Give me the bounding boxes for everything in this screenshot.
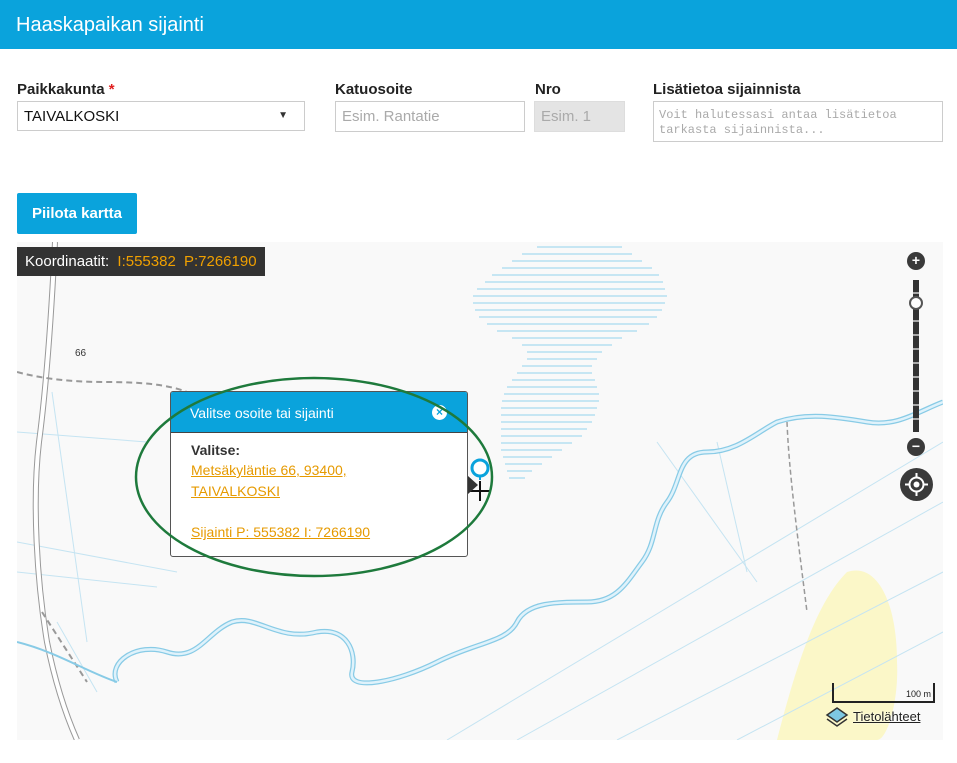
zoom-slider-handle[interactable] <box>909 296 923 310</box>
scale-label: 100 m <box>905 689 931 699</box>
extra-info-label: Lisätietoa sijainnista <box>653 81 801 98</box>
coordinates-label: Koordinaatit: <box>25 253 110 270</box>
number-input[interactable] <box>534 101 625 132</box>
street-label: Katuosoite <box>335 81 413 98</box>
zoom-out-button[interactable]: − <box>907 438 925 456</box>
coordinate-p: P:7266190 <box>183 253 257 270</box>
map-base-layer <box>17 242 943 740</box>
municipality-label-text: Paikkakunta <box>17 81 105 98</box>
page-header: Haaskapaikan sijainti <box>0 0 957 49</box>
page-title: Haaskapaikan sijainti <box>16 14 204 36</box>
map-view[interactable]: 66 Koordinaatit: I:555382 P:7266190 + − … <box>17 242 943 740</box>
number-label: Nro <box>535 81 561 98</box>
popup-choose-label: Valitse: <box>191 442 241 458</box>
road-number-label: 66 <box>75 348 87 359</box>
data-sources-link[interactable]: Tietolähteet <box>853 709 920 724</box>
address-popup: Valitse osoite tai sijainti × Valitse: M… <box>170 391 468 557</box>
zoom-in-button[interactable]: + <box>907 252 925 270</box>
address-link-line1[interactable]: Metsäkyläntie 66, 93400, <box>191 462 347 478</box>
locate-button[interactable] <box>900 468 933 501</box>
dropdown-caret-icon: ▼ <box>278 110 288 121</box>
coordinates-display: Koordinaatit: I:555382 P:7266190 <box>17 247 265 276</box>
scale-bar: 100 m <box>832 683 935 703</box>
extra-info-textarea[interactable] <box>653 101 943 142</box>
required-mark: * <box>108 81 115 98</box>
popup-header: Valitse osoite tai sijainti × <box>171 392 467 433</box>
municipality-select-value: TAIVALKOSKI <box>24 108 120 125</box>
popup-title: Valitse osoite tai sijainti <box>190 405 334 421</box>
municipality-label: Paikkakunta * <box>17 81 115 98</box>
coordinate-i: I:555382 <box>117 253 176 270</box>
crosshair-icon <box>905 473 928 496</box>
popup-pointer <box>468 476 478 494</box>
street-input[interactable] <box>335 101 525 132</box>
municipality-select[interactable]: TAIVALKOSKI ▼ <box>17 101 305 131</box>
location-coordinates-link[interactable]: Sijainti P: 555382 I: 7266190 <box>191 524 370 540</box>
marsh-area <box>473 246 667 479</box>
address-link-line2[interactable]: TAIVALKOSKI <box>191 483 280 499</box>
layers-icon <box>825 707 849 727</box>
close-icon[interactable]: × <box>432 405 447 420</box>
main-road <box>32 242 80 740</box>
hide-map-button[interactable]: Piilota kartta <box>17 193 137 234</box>
